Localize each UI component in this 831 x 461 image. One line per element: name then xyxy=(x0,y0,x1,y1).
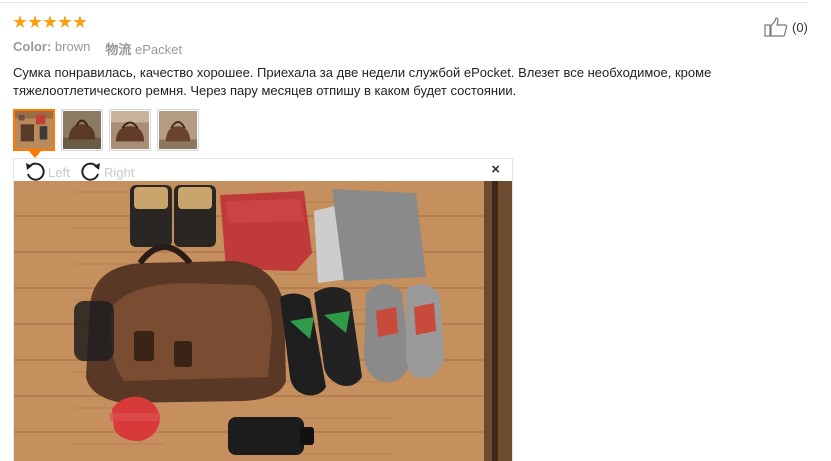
shipping-value: ePacket xyxy=(134,42,182,57)
star-rating xyxy=(13,15,87,29)
thumbnail-1[interactable] xyxy=(13,109,55,158)
divider xyxy=(0,2,808,3)
star-icon xyxy=(58,15,72,28)
thumbnail-strip xyxy=(13,109,199,158)
helpful-count: (0) xyxy=(792,19,808,35)
star-icon xyxy=(73,15,87,28)
review-photo xyxy=(14,181,512,461)
star-icon xyxy=(28,15,42,28)
star-icon xyxy=(13,15,27,28)
rotate-left-label: Left xyxy=(48,165,70,180)
review-meta: Color: brown 物流 ePacket xyxy=(13,39,182,58)
star-icon xyxy=(43,15,57,28)
thumbnail-4[interactable] xyxy=(157,109,199,151)
color-label: Color: xyxy=(13,39,52,54)
shipping-label: 物流 xyxy=(105,42,132,57)
thumbnail-3[interactable] xyxy=(109,109,151,151)
review-text: Сумка понравилась, качество хорошее. При… xyxy=(13,65,712,98)
color-value: brown xyxy=(54,39,91,54)
viewer-toolbar: Left Right × xyxy=(14,159,512,181)
thumbnail-2[interactable] xyxy=(61,109,103,151)
close-icon[interactable]: × xyxy=(491,162,500,177)
review-page: (0) Color: brown 物流 ePacket Сумка понрав… xyxy=(0,0,831,461)
rotate-right-label: Right xyxy=(104,165,135,180)
image-viewer: Left Right × xyxy=(13,158,513,461)
thumbs-up-icon xyxy=(764,17,788,37)
helpful-button[interactable]: (0) xyxy=(764,17,808,37)
